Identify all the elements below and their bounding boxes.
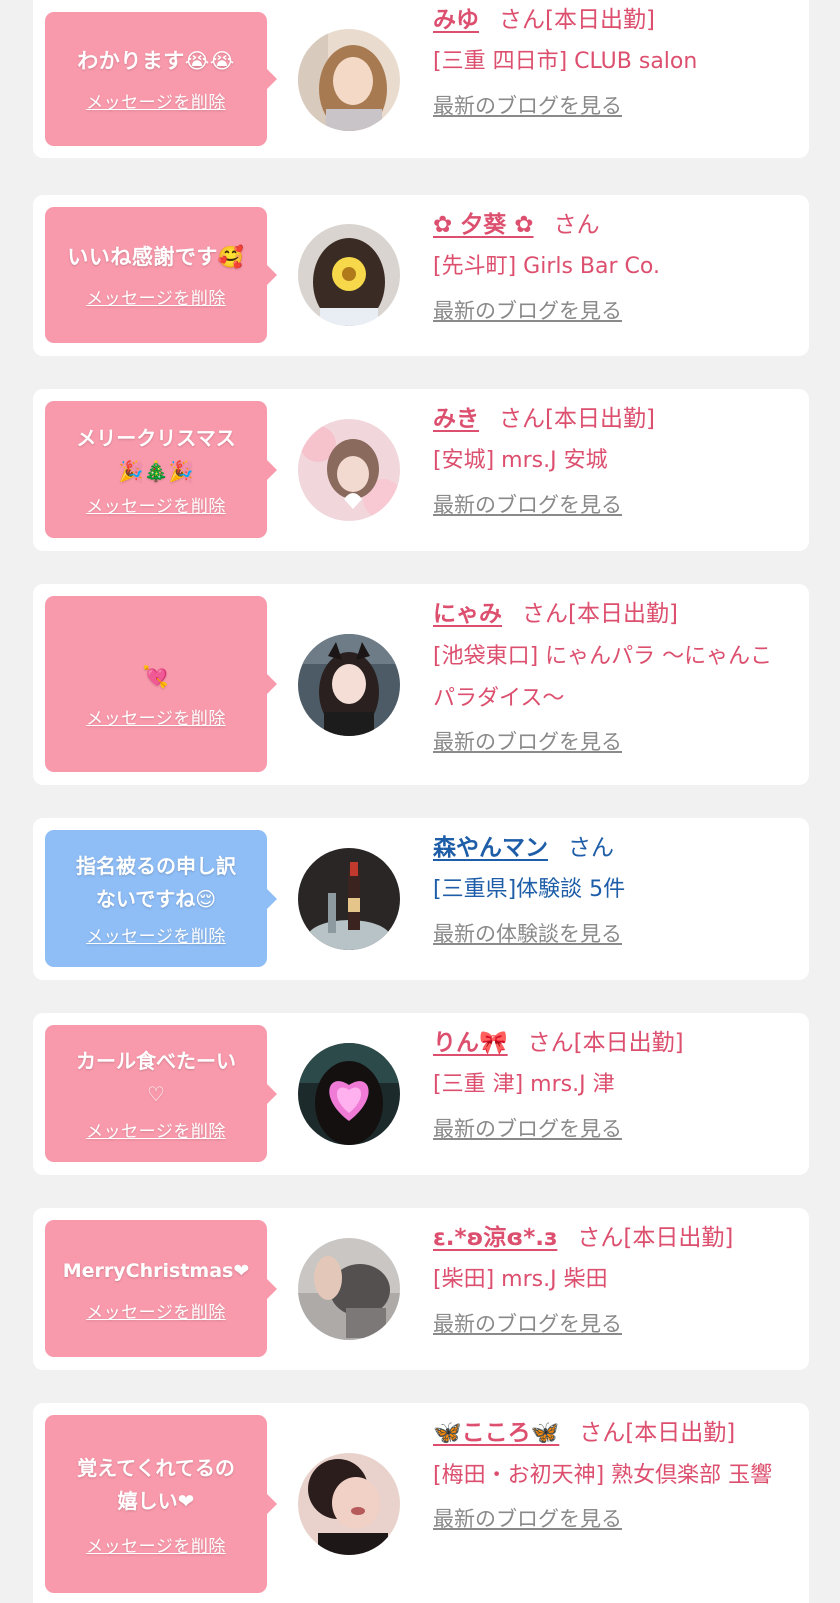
cast-info: りん🎀 さん[本日出勤] [三重 津] mrs.J 津 最新のブログを見る — [433, 1027, 789, 1143]
name-suffix: さん — [553, 212, 600, 238]
cast-name-link[interactable]: ε.*ʚ涼ɞ*.з — [433, 1225, 557, 1251]
message-bubble: わかります😭😭 メッセージを削除 — [45, 12, 277, 146]
latest-review-link[interactable]: 最新の体験談を見る — [433, 918, 622, 948]
shop-label: [池袋東口] にゃんパラ 〜にゃんこパラダイス〜 — [433, 644, 773, 711]
cast-info: 森やんマン さん [三重県]体験談 5件 最新の体験談を見る — [433, 832, 789, 948]
latest-blog-link[interactable]: 最新のブログを見る — [433, 1113, 622, 1143]
delete-message-link[interactable]: メッセージを削除 — [86, 704, 226, 729]
message-text: わかります😭😭 — [77, 49, 235, 73]
shop-label: [三重 四日市] CLUB salon — [433, 49, 698, 74]
shop-label: [三重 津] mrs.J 津 — [433, 1072, 615, 1097]
list-item: メリークリスマス 🎉🎄🎉 メッセージを削除 みき さん[本日出勤] [安城] mr… — [33, 389, 809, 551]
latest-blog-link[interactable]: 最新のブログを見る — [433, 295, 622, 325]
name-suffix: さん[本日出勤] — [499, 7, 655, 33]
message-text: メリークリスマス 🎉🎄🎉 — [76, 426, 236, 483]
cast-info: みゆ さん[本日出勤] [三重 四日市] CLUB salon 最新のブログを見る — [433, 4, 789, 120]
cast-info: 🦋こころ🦋 さん[本日出勤] [梅田・お初天神] 熟女倶楽部 玉響 最新のブログを… — [433, 1417, 789, 1533]
shop-label: [先斗町] Girls Bar Co. — [433, 254, 660, 279]
avatar[interactable] — [298, 419, 400, 521]
message-bubble: カール食べたーい ♡ メッセージを削除 — [45, 1025, 277, 1162]
delete-message-link[interactable]: メッセージを削除 — [86, 922, 226, 947]
message-text: MerryChristmas❤ — [62, 1259, 250, 1282]
avatar[interactable] — [298, 1238, 400, 1340]
avatar[interactable] — [298, 1043, 400, 1145]
name-suffix: さん — [568, 835, 614, 861]
cast-name-link[interactable]: りん🎀 — [433, 1030, 508, 1056]
message-bubble: 指名被るの申し訳 ないですね😌 メッセージを削除 — [45, 830, 277, 967]
avatar[interactable] — [298, 29, 400, 131]
name-line: ε.*ʚ涼ɞ*.з さん[本日出勤] — [433, 1222, 789, 1254]
delete-message-link[interactable]: メッセージを削除 — [86, 284, 226, 309]
cast-info: ε.*ʚ涼ɞ*.з さん[本日出勤] [柴田] mrs.J 柴田 最新のブログを見… — [433, 1222, 789, 1338]
latest-blog-link[interactable]: 最新のブログを見る — [433, 726, 622, 756]
cast-name-link[interactable]: みゆ — [433, 7, 479, 33]
cast-info: みき さん[本日出勤] [安城] mrs.J 安城 最新のブログを見る — [433, 403, 789, 519]
avatar[interactable] — [298, 634, 400, 736]
review-count-label: [三重県]体験談 5件 — [433, 877, 626, 902]
message-bubble: 💘 メッセージを削除 — [45, 596, 277, 772]
name-line: 🦋こころ🦋 さん[本日出勤] — [433, 1417, 789, 1449]
message-bubble: メリークリスマス 🎉🎄🎉 メッセージを削除 — [45, 401, 277, 538]
delete-message-link[interactable]: メッセージを削除 — [86, 88, 226, 113]
message-text: 覚えてくれてるの 嬉しい❤ — [77, 1455, 235, 1513]
name-suffix: さん[本日出勤] — [579, 1420, 736, 1446]
message-text: 指名被るの申し訳 ないですね😌 — [76, 854, 236, 911]
name-suffix: さん[本日出勤] — [577, 1225, 734, 1251]
message-text: いいね感謝です🥰 — [67, 245, 245, 269]
name-line: みき さん[本日出勤] — [433, 403, 789, 435]
name-line: 森やんマン さん — [433, 832, 789, 864]
delete-message-link[interactable]: メッセージを削除 — [86, 1117, 226, 1142]
shop-label: [安城] mrs.J 安城 — [433, 448, 608, 473]
cast-name-link[interactable]: 🦋こころ🦋 — [433, 1420, 559, 1446]
avatar[interactable] — [298, 1453, 400, 1555]
latest-blog-link[interactable]: 最新のブログを見る — [433, 1503, 622, 1533]
list-item: わかります😭😭 メッセージを削除 みゆ さん[本日出勤] [三重 四日市] CLU… — [33, 0, 809, 158]
shop-label: [梅田・お初天神] 熟女倶楽部 玉響 — [433, 1463, 773, 1488]
list-item: 💘 メッセージを削除 にゃみ さん[本日出勤] [池袋東口] にゃんパラ 〜にゃん… — [33, 584, 809, 785]
message-bubble: MerryChristmas❤ メッセージを削除 — [45, 1220, 277, 1357]
message-text: カール食べたーい ♡ — [76, 1049, 236, 1106]
name-line: にゃみ さん[本日出勤] — [433, 598, 789, 630]
message-bubble: いいね感謝です🥰 メッセージを削除 — [45, 207, 277, 343]
cast-name-link[interactable]: にゃみ — [433, 601, 502, 627]
delete-message-link[interactable]: メッセージを削除 — [86, 492, 226, 517]
latest-blog-link[interactable]: 最新のブログを見る — [433, 1308, 622, 1338]
message-text: 💘 — [142, 665, 170, 689]
favorites-message-list: わかります😭😭 メッセージを削除 みゆ さん[本日出勤] [三重 四日市] CLU… — [0, 0, 840, 1603]
name-suffix: さん[本日出勤] — [522, 601, 678, 627]
cast-name-link[interactable]: ✿ 夕葵 ✿ — [433, 212, 534, 238]
name-suffix: さん[本日出勤] — [499, 406, 655, 432]
reviewer-name-link[interactable]: 森やんマン — [433, 835, 548, 861]
message-bubble: 覚えてくれてるの 嬉しい❤ メッセージを削除 — [45, 1415, 277, 1593]
shop-label: [柴田] mrs.J 柴田 — [433, 1267, 608, 1292]
list-item: 指名被るの申し訳 ないですね😌 メッセージを削除 森やんマン さん [三重県]体験… — [33, 818, 809, 980]
list-item: MerryChristmas❤ メッセージを削除 ε.*ʚ涼ɞ*.з さん[本日出… — [33, 1208, 809, 1370]
name-suffix: さん[本日出勤] — [527, 1030, 684, 1056]
cast-info: にゃみ さん[本日出勤] [池袋東口] にゃんパラ 〜にゃんこパラダイス〜 最新の… — [433, 598, 789, 756]
cast-name-link[interactable]: みき — [433, 406, 479, 432]
name-line: ✿ 夕葵 ✿ さん — [433, 209, 789, 241]
avatar[interactable] — [298, 848, 400, 950]
delete-message-link[interactable]: メッセージを削除 — [86, 1532, 226, 1557]
latest-blog-link[interactable]: 最新のブログを見る — [433, 90, 622, 120]
cast-info: ✿ 夕葵 ✿ さん [先斗町] Girls Bar Co. 最新のブログを見る — [433, 209, 789, 325]
list-item: カール食べたーい ♡ メッセージを削除 りん🎀 さん[本日出勤] [三重 津] m… — [33, 1013, 809, 1175]
delete-message-link[interactable]: メッセージを削除 — [86, 1298, 226, 1323]
list-item: いいね感謝です🥰 メッセージを削除 ✿ 夕葵 ✿ さん [先斗町] Girls B… — [33, 195, 809, 356]
name-line: りん🎀 さん[本日出勤] — [433, 1027, 789, 1059]
latest-blog-link[interactable]: 最新のブログを見る — [433, 489, 622, 519]
name-line: みゆ さん[本日出勤] — [433, 4, 789, 36]
avatar[interactable] — [298, 224, 400, 326]
list-item: 覚えてくれてるの 嬉しい❤ メッセージを削除 🦋こころ🦋 さん[本日出勤] [梅田… — [33, 1403, 809, 1603]
